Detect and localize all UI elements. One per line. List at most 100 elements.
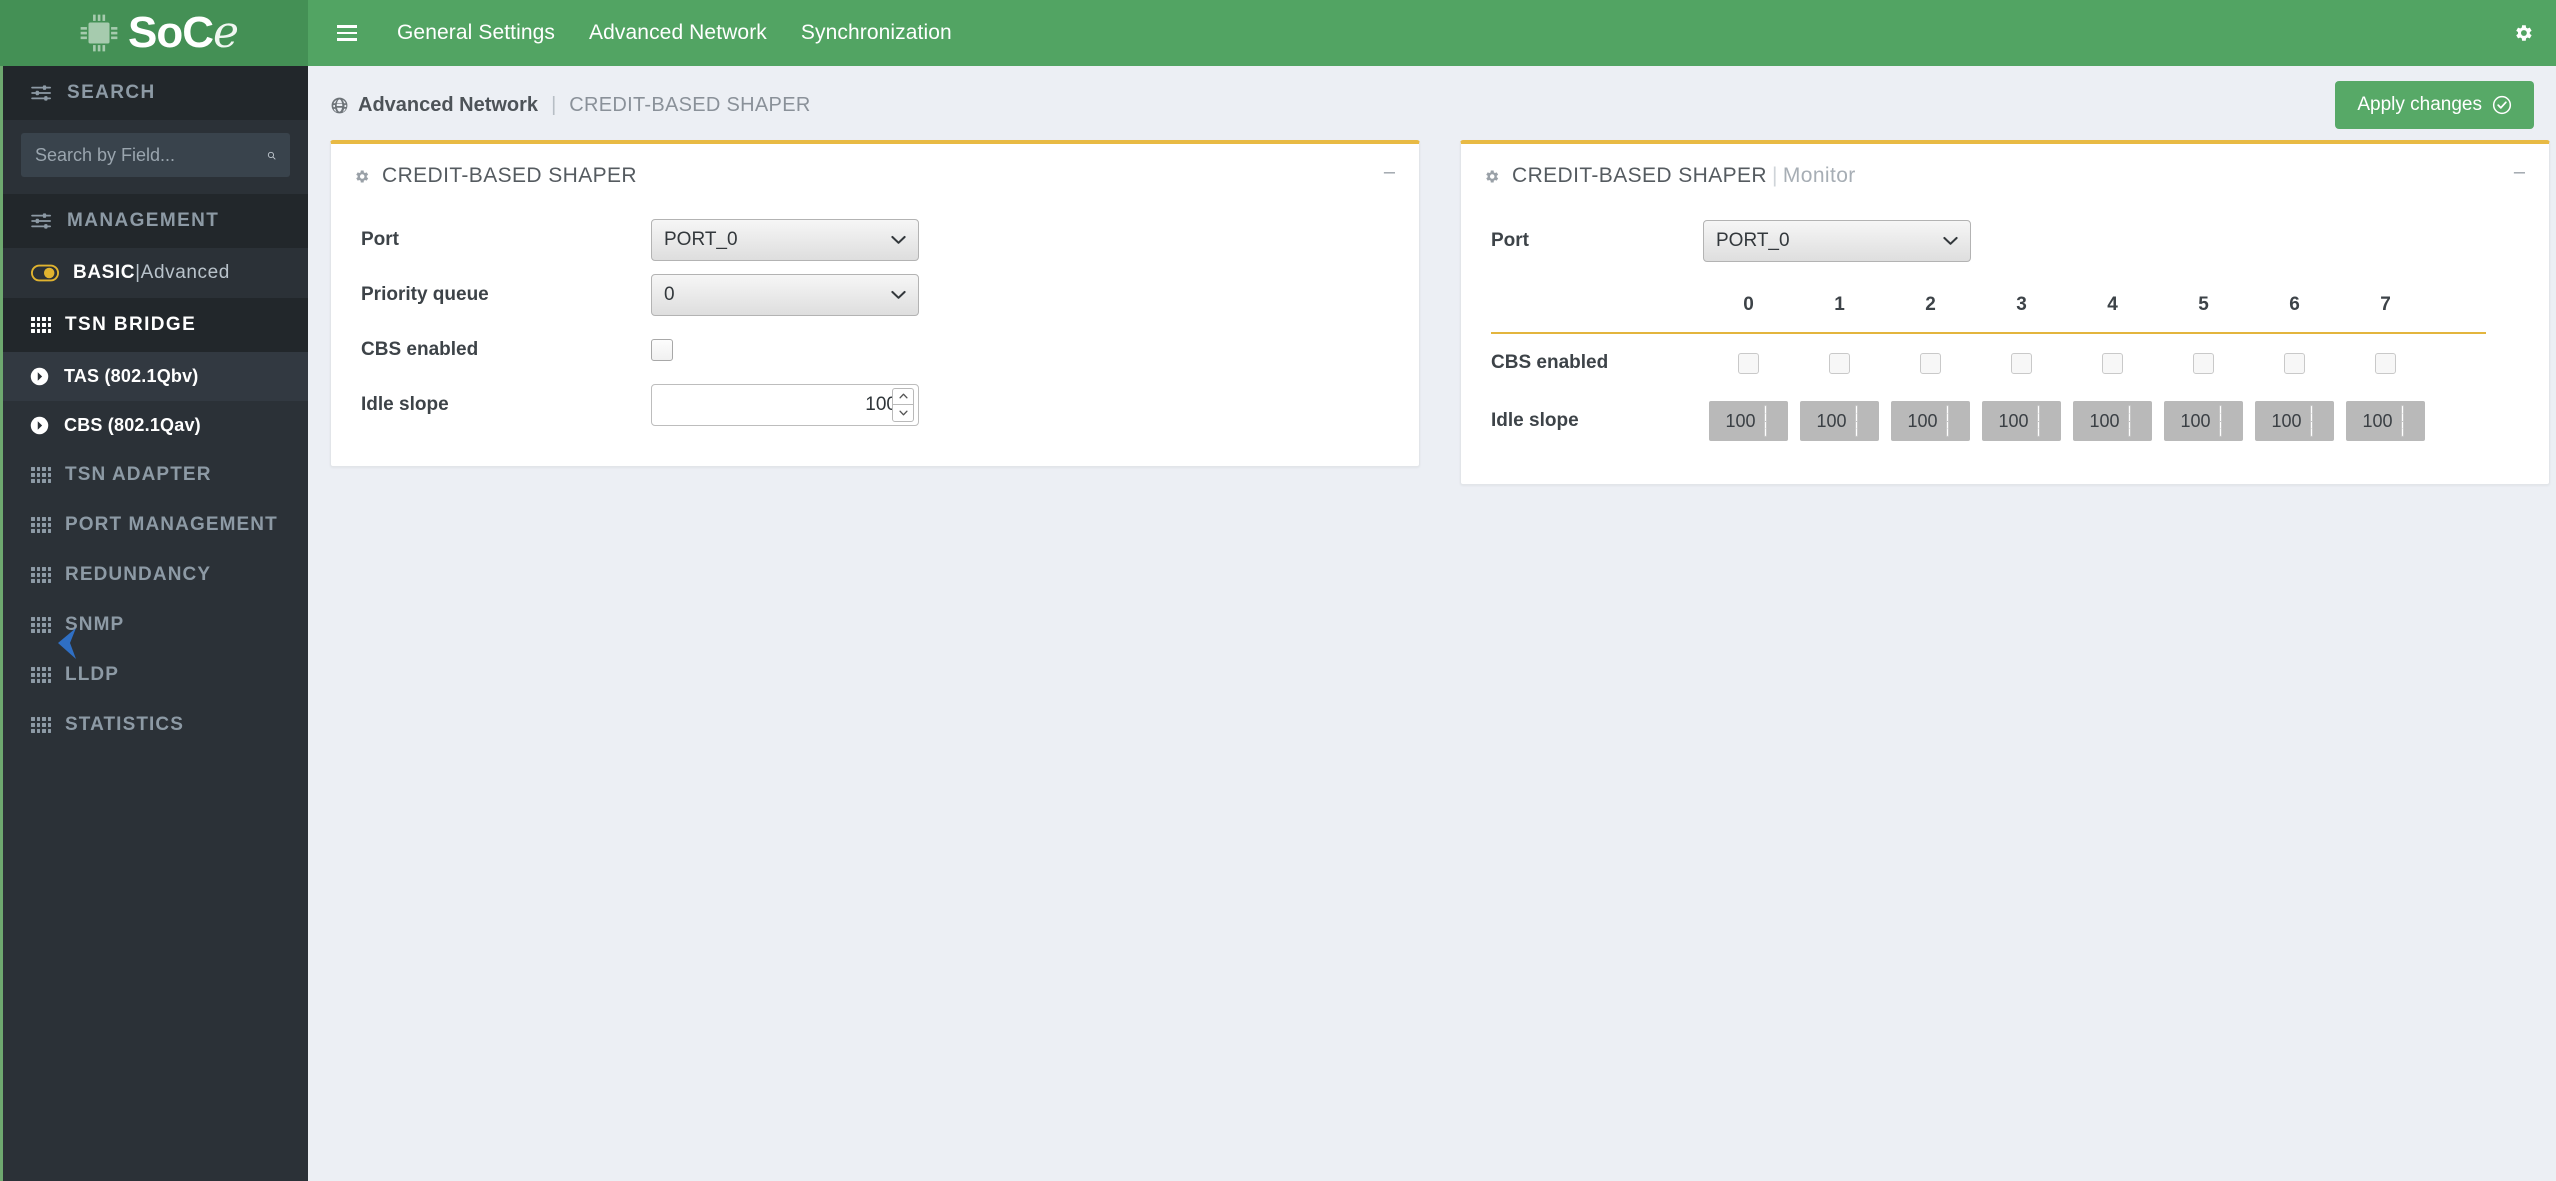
brand-name-suffix: e: [212, 7, 239, 58]
monitor-row-idle-label: Idle slope: [1491, 410, 1579, 431]
apply-changes-button[interactable]: Apply changes: [2335, 81, 2534, 129]
monitor-idle-spin-buttons[interactable]: [1946, 405, 1965, 437]
spinner-up-icon[interactable]: [2310, 405, 2313, 421]
spinner-down-icon[interactable]: [1855, 420, 1858, 437]
monitor-column-header: 5: [2198, 294, 2209, 315]
config-row-cbs-enabled: CBS enabled: [361, 322, 1389, 377]
sidebar-item-tsn-bridge[interactable]: TSN BRIDGE: [3, 298, 308, 352]
monitor-cbs-checkbox[interactable]: [1920, 352, 1941, 374]
monitor-idle-spin-buttons[interactable]: [2128, 405, 2147, 437]
sidebar-item-snmp[interactable]: SNMP: [3, 600, 308, 650]
spinner-down-icon[interactable]: [2128, 420, 2131, 437]
monitor-cbs-checkbox[interactable]: [2193, 352, 2214, 374]
breadcrumb-current: CREDIT-BASED SHAPER: [569, 93, 811, 116]
spinner-up-icon[interactable]: [2037, 405, 2040, 421]
sidebar-item-redundancy[interactable]: REDUNDANCY: [3, 550, 308, 600]
config-row-priority-queue: Priority queue 0: [361, 267, 1389, 322]
brand-logo[interactable]: SoCe: [0, 0, 308, 66]
sidebar-item-tsn-adapter[interactable]: TSN ADAPTER: [3, 450, 308, 500]
spinner-down-icon[interactable]: [892, 404, 914, 422]
spinner-down-icon[interactable]: [2037, 420, 2040, 437]
monitor-idle-stepper[interactable]: 100: [2346, 401, 2425, 441]
topnav-item-general-settings[interactable]: General Settings: [380, 11, 572, 55]
monitor-cbs-checkbox[interactable]: [1738, 352, 1759, 374]
spinner-up-icon[interactable]: [892, 387, 914, 404]
spinner-up-icon[interactable]: [2219, 405, 2222, 421]
monitor-cbs-checkbox[interactable]: [2011, 352, 2032, 374]
monitor-idle-stepper[interactable]: 100: [2073, 401, 2152, 441]
search-icon[interactable]: [267, 147, 276, 164]
panels-row: CREDIT-BASED SHAPER – Port PORT_0 Priori…: [330, 140, 2550, 485]
monitor-idle-stepper[interactable]: 100: [1982, 401, 2061, 441]
main-content: Advanced Network | CREDIT-BASED SHAPER A…: [308, 66, 2556, 1181]
config-priority-label: Priority queue: [361, 283, 489, 305]
monitor-idle-cell: 100: [2340, 401, 2431, 441]
monitor-port-label: Port: [1491, 230, 1529, 251]
breadcrumb-root[interactable]: Advanced Network: [358, 94, 538, 117]
monitor-cbs-checkbox[interactable]: [2102, 352, 2123, 374]
monitor-panel-title-suffix: Monitor: [1782, 164, 1856, 187]
monitor-panel-title-main: CREDIT-BASED SHAPER: [1512, 164, 1767, 187]
monitor-idle-cell: 100: [1703, 401, 1794, 441]
config-idle-slope-spin-buttons[interactable]: [892, 387, 914, 422]
grid-icon: [31, 517, 51, 533]
monitor-cbs-cell: [2340, 352, 2431, 374]
monitor-idle-spin-buttons[interactable]: [1764, 405, 1783, 437]
monitor-panel-minimize-button[interactable]: –: [2512, 162, 2527, 186]
search-box[interactable]: [21, 133, 290, 177]
sidebar-item-statistics[interactable]: STATISTICS: [3, 700, 308, 750]
credit-based-shaper-config-panel: CREDIT-BASED SHAPER – Port PORT_0 Priori…: [330, 140, 1420, 467]
hamburger-icon[interactable]: [330, 16, 364, 50]
spinner-up-icon[interactable]: [1764, 405, 1767, 421]
config-priority-select[interactable]: 0: [651, 273, 919, 316]
sidebar-item-basic-advanced-toggle[interactable]: BASIC|Advanced: [3, 248, 308, 298]
monitor-column-header: 1: [1834, 294, 1845, 315]
topnav-item-advanced-network[interactable]: Advanced Network: [572, 11, 784, 55]
monitor-idle-cell: 100: [2249, 401, 2340, 441]
gear-icon: [1486, 169, 1499, 183]
monitor-idle-spin-buttons[interactable]: [2401, 405, 2420, 437]
monitor-idle-stepper[interactable]: 100: [2255, 401, 2334, 441]
sidebar-item-tas[interactable]: TAS (802.1Qbv): [3, 352, 308, 401]
monitor-idle-stepper[interactable]: 100: [1709, 401, 1788, 441]
spinner-down-icon[interactable]: [2401, 420, 2404, 437]
monitor-row-cbs-label: CBS enabled: [1491, 352, 1609, 373]
spinner-down-icon[interactable]: [2310, 420, 2313, 437]
spinner-up-icon[interactable]: [2128, 405, 2131, 421]
spinner-down-icon[interactable]: [1946, 420, 1949, 437]
monitor-idle-spin-buttons[interactable]: [2219, 405, 2238, 437]
spinner-up-icon[interactable]: [2401, 405, 2404, 421]
spinner-down-icon[interactable]: [1764, 420, 1767, 437]
sidebar-item-lldp[interactable]: LLDP: [3, 650, 308, 700]
monitor-cbs-checkbox[interactable]: [2375, 352, 2396, 374]
settings-gear-icon[interactable]: [2512, 22, 2556, 44]
config-panel-minimize-button[interactable]: –: [1382, 162, 1397, 186]
monitor-idle-cell: 100: [1794, 401, 1885, 441]
spinner-down-icon[interactable]: [2219, 420, 2222, 437]
sidebar-item-cbs[interactable]: CBS (802.1Qav): [3, 401, 308, 450]
monitor-cbs-checkbox[interactable]: [1829, 352, 1850, 374]
monitor-panel-title: CREDIT-BASED SHAPER | Monitor: [1512, 164, 1856, 188]
monitor-idle-spin-buttons[interactable]: [2037, 405, 2056, 437]
config-idle-slope-stepper[interactable]: [651, 383, 939, 426]
sidebar-item-snmp-label: SNMP: [65, 614, 125, 635]
spinner-up-icon[interactable]: [1946, 405, 1949, 421]
config-idle-slope-label: Idle slope: [361, 393, 449, 415]
spinner-up-icon[interactable]: [1855, 405, 1858, 421]
config-port-select[interactable]: PORT_0: [651, 218, 919, 261]
monitor-cbs-cell: [1885, 352, 1976, 374]
monitor-table: 0 1 2 3 4 5 6 7 CBS enabled Idle slope 1…: [1491, 284, 2519, 450]
monitor-idle-spin-buttons[interactable]: [2310, 405, 2329, 437]
monitor-column-header: 4: [2107, 294, 2118, 315]
search-input[interactable]: [35, 144, 267, 166]
monitor-idle-stepper[interactable]: 100: [2164, 401, 2243, 441]
monitor-idle-stepper[interactable]: 100: [1800, 401, 1879, 441]
monitor-port-select[interactable]: PORT_0: [1703, 220, 1971, 262]
monitor-column-header: 6: [2289, 294, 2300, 315]
sidebar-item-port-management[interactable]: PORT MANAGEMENT: [3, 500, 308, 550]
monitor-idle-spin-buttons[interactable]: [1855, 405, 1874, 437]
monitor-cbs-checkbox[interactable]: [2284, 352, 2305, 374]
monitor-idle-stepper[interactable]: 100: [1891, 401, 1970, 441]
topnav-item-synchronization[interactable]: Synchronization: [784, 11, 969, 55]
config-cbs-checkbox[interactable]: [651, 338, 673, 361]
